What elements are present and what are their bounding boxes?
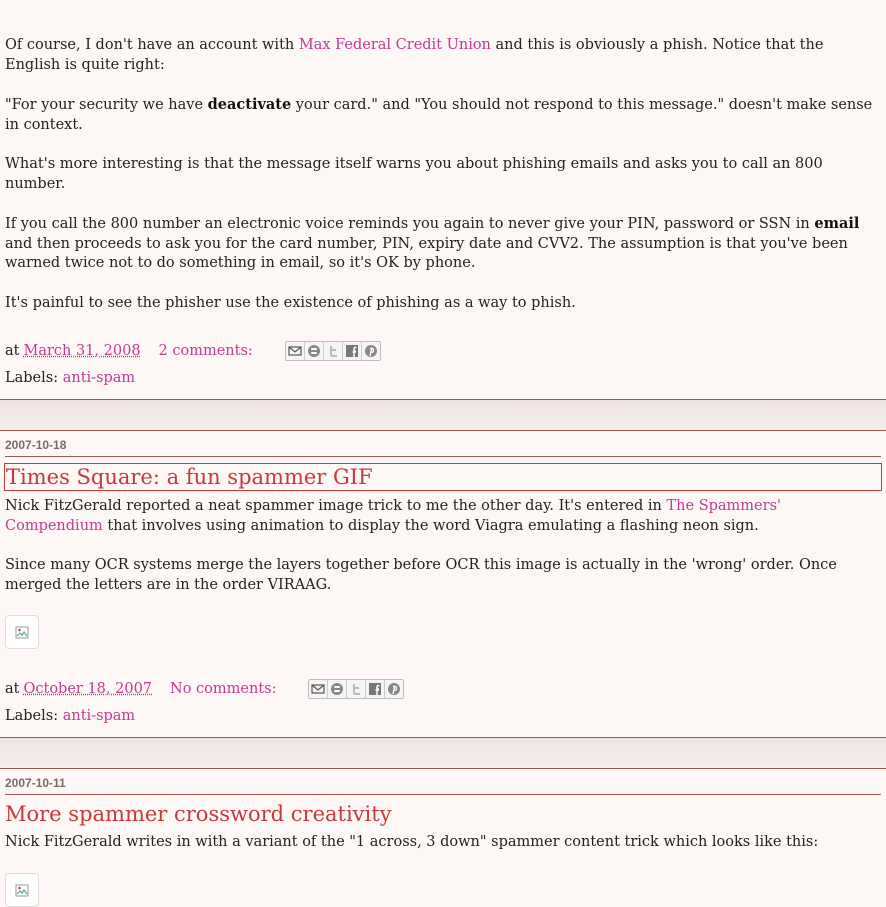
paragraph: Of course, I don't have an account with … (5, 36, 881, 75)
labels-prefix: Labels: (5, 708, 58, 724)
share-buttons (308, 679, 404, 699)
paragraph: Nick FitzGerald writes in with a variant… (5, 833, 881, 853)
share-buttons (285, 341, 381, 361)
paragraph: What's more interesting is that the mess… (5, 155, 881, 194)
facebook-icon[interactable] (343, 342, 362, 360)
blogger-icon[interactable] (305, 342, 324, 360)
post-body: Of course, I don't have an account with … (0, 36, 886, 399)
blogger-icon[interactable] (328, 680, 347, 698)
facebook-icon[interactable] (366, 680, 385, 698)
date-divider (5, 456, 881, 457)
post-title[interactable]: More spammer crossword creativity (4, 801, 882, 827)
post-image[interactable] (5, 873, 39, 907)
paragraph: Nick FitzGerald reported a neat spammer … (5, 497, 881, 536)
text: Of course, I don't have an account with (5, 37, 299, 53)
at-label: at (5, 343, 19, 359)
post-body: Nick FitzGerald reported a neat spammer … (0, 497, 886, 595)
post-footer: at March 31, 2008 2 comments: (5, 339, 881, 363)
pinterest-icon[interactable] (385, 680, 403, 698)
text: Nick FitzGerald reported a neat spammer … (5, 498, 667, 514)
paragraph: "For your security we have deactivate yo… (5, 95, 881, 135)
post-body: Nick FitzGerald writes in with a variant… (0, 833, 886, 853)
label-anti-spam[interactable]: anti-spam (63, 708, 135, 724)
email-icon[interactable] (309, 680, 328, 698)
paragraph: Since many OCR systems merge the layers … (5, 556, 881, 595)
labels-prefix: Labels: (5, 370, 58, 386)
post-footer-wrap: at October 18, 2007 No comments: Labels:… (0, 677, 886, 737)
post-timestamp-link[interactable]: October 18, 2007 (23, 681, 152, 697)
blog-column: Of course, I don't have an account with … (0, 0, 886, 907)
twitter-icon[interactable] (324, 342, 343, 360)
post-image[interactable] (5, 615, 39, 649)
date-divider (5, 794, 881, 795)
date-header: 2007-10-18 (0, 431, 886, 456)
comments-link[interactable]: 2 comments: (159, 343, 253, 359)
post-separator (0, 400, 886, 430)
post-march-31-2008: Of course, I don't have an account with … (0, 0, 886, 400)
post-footer: at October 18, 2007 No comments: (5, 677, 881, 701)
post-2007-10-18: 2007-10-18 Times Square: a fun spammer G… (0, 430, 886, 738)
bold-text: email (814, 215, 859, 232)
twitter-icon[interactable] (347, 680, 366, 698)
label-anti-spam[interactable]: anti-spam (63, 370, 135, 386)
post-title[interactable]: Times Square: a fun spammer GIF (4, 463, 882, 491)
text: "For your security we have (5, 97, 208, 113)
post-timestamp-link[interactable]: March 31, 2008 (23, 343, 140, 359)
broken-image-icon (15, 626, 29, 640)
pinterest-icon[interactable] (362, 342, 380, 360)
post-separator (0, 738, 886, 768)
email-icon[interactable] (286, 342, 305, 360)
paragraph: It's painful to see the phisher use the … (5, 294, 881, 314)
post-labels: Labels: anti-spam (5, 705, 881, 737)
text: that involves using animation to display… (103, 518, 759, 534)
paragraph: If you call the 800 number an electronic… (5, 214, 881, 274)
text: and then proceeds to ask you for the car… (5, 236, 848, 272)
text: If you call the 800 number an electronic… (5, 216, 814, 232)
max-federal-link[interactable]: Max Federal Credit Union (299, 37, 491, 53)
date-header: 2007-10-11 (0, 769, 886, 794)
post-labels: Labels: anti-spam (5, 367, 881, 399)
at-label: at (5, 681, 19, 697)
bold-text: deactivate (208, 96, 292, 113)
comments-link[interactable]: No comments: (170, 681, 276, 697)
